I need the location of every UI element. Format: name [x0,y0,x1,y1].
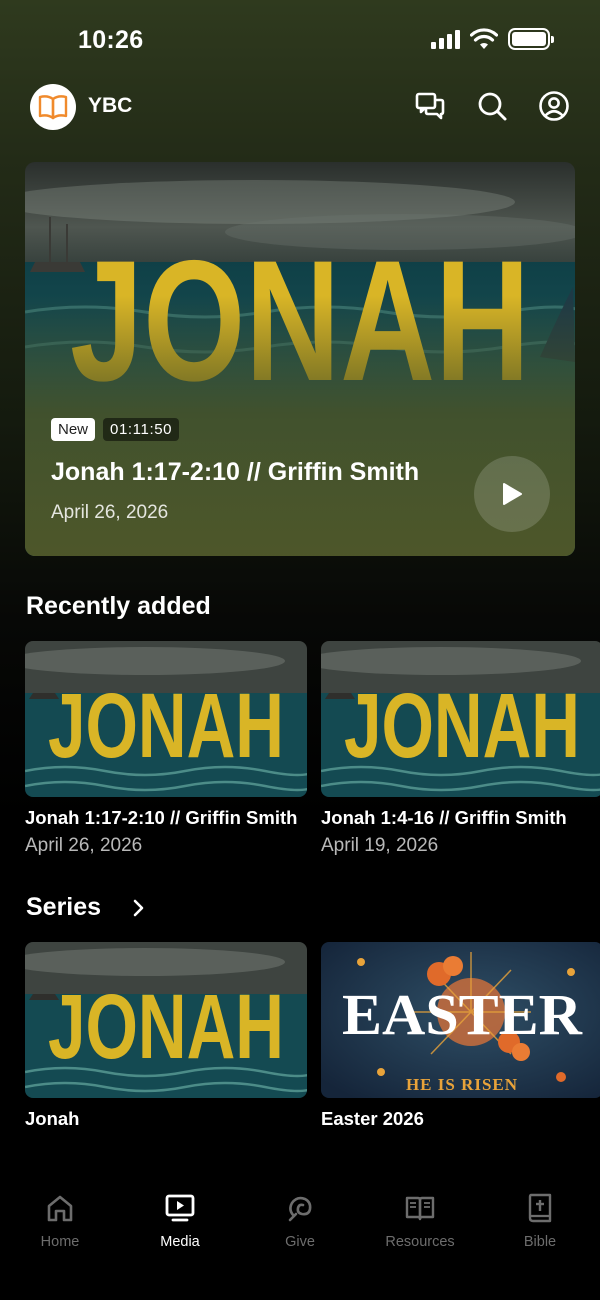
tab-media[interactable]: Media [120,1192,240,1250]
tab-give[interactable]: Give [240,1192,360,1250]
wifi-icon [470,28,498,49]
tab-label: Resources [385,1234,455,1250]
series-card-title: Easter 2026 [321,1108,424,1129]
header-actions [414,90,570,122]
recently-added-heading: Recently added [26,592,211,620]
bible-icon [528,1193,552,1223]
hero-title: Jonah 1:17-2:10 // Griffin Smith [51,458,420,486]
tab-label: Home [40,1234,80,1250]
battery-icon [508,28,554,50]
media-card[interactable]: JONAH Jonah 1:4-16 // Griffin Smith Apri… [321,641,600,857]
tab-home[interactable]: Home [0,1192,120,1250]
new-badge: New [51,418,96,441]
bottom-tab-bar: Home Media Give Resources Bible [0,1170,600,1300]
tab-label: Media [160,1234,200,1250]
hero-badges: New 01:11:50 [51,418,180,441]
play-icon [503,483,522,505]
give-icon [288,1196,312,1222]
cellular-signal-icon [431,29,460,49]
tab-label: Bible [523,1234,557,1250]
easter-art-title: EASTER [342,982,583,1047]
jonah-thumbnail: JONAH [25,641,307,797]
hero-date: April 26, 2026 [51,502,169,523]
jonah-thumbnail: JONAH [25,942,307,1098]
media-card-title: Jonah 1:17-2:10 // Griffin Smith [25,807,298,828]
media-card-date: April 26, 2026 [25,835,143,856]
account-icon[interactable] [538,90,570,122]
series-card-jonah[interactable]: JONAH Jonah [25,942,307,1130]
home-icon [47,1195,73,1222]
tab-bible[interactable]: Bible [480,1192,600,1250]
featured-hero-card[interactable]: JONAH New 01:11:50 Jonah 1:17-2:10 // Gr… [25,162,575,556]
chevron-right-icon[interactable] [130,896,148,920]
media-card-title: Jonah 1:4-16 // Griffin Smith [321,807,567,828]
jonah-thumbnail: JONAH [321,641,600,797]
book-icon [405,1196,435,1221]
easter-thumbnail: EASTER HE IS RISEN [321,942,600,1098]
media-card-date: April 19, 2026 [321,835,439,856]
thumbnail-art-text: JONAH [48,976,284,1078]
church-logo[interactable] [30,84,76,130]
open-book-icon [38,95,68,120]
duration-badge: 01:11:50 [103,418,180,441]
series-card-title: Jonah [25,1108,80,1129]
series-card-easter[interactable]: EASTER HE IS RISEN Easter 2026 [321,942,600,1130]
tab-label: Give [285,1234,315,1250]
series-heading[interactable]: Series [26,893,101,922]
chat-icon[interactable] [414,90,446,122]
play-button[interactable] [474,456,550,532]
status-bar: 10:26 [0,0,600,80]
tab-resources[interactable]: Resources [360,1192,480,1250]
media-icon [165,1194,195,1222]
app-header: YBC [30,82,570,130]
thumbnail-art-text: JONAH [48,675,284,777]
media-card[interactable]: JONAH Jonah 1:17-2:10 // Griffin Smith A… [25,641,307,857]
thumbnail-art-text: JONAH [344,675,580,777]
status-time: 10:26 [78,26,144,54]
search-icon[interactable] [476,90,508,122]
status-icons [431,28,554,50]
brand-name: YBC [88,94,133,117]
easter-art-subtitle: HE IS RISEN [406,1075,518,1094]
